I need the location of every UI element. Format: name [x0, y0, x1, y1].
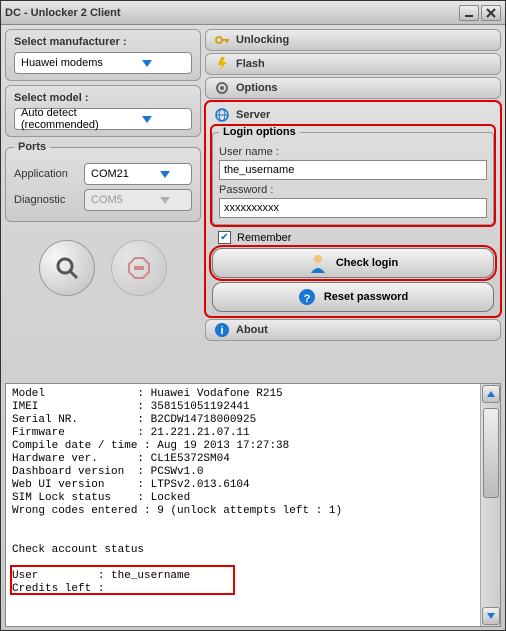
model-label: Select model :	[14, 92, 192, 104]
reset-password-label: Reset password	[324, 291, 408, 303]
ports-title: Ports	[14, 141, 50, 153]
model-value: Auto detect (recommended)	[21, 107, 105, 131]
accordion-flash[interactable]: Flash	[205, 53, 501, 75]
port-diagnostic-value: COM5	[91, 194, 140, 206]
username-input[interactable]	[219, 160, 487, 180]
close-button[interactable]	[481, 5, 501, 21]
window-title: DC - Unlocker 2 Client	[5, 7, 457, 19]
main-content: Select manufacturer : Huawei modems Sele…	[1, 25, 505, 381]
svg-text:i: i	[220, 325, 223, 337]
login-fieldset-title: Login options	[219, 126, 300, 138]
accordion-unlocking-label: Unlocking	[236, 34, 289, 46]
key-icon	[214, 32, 230, 48]
model-combo[interactable]: Auto detect (recommended)	[14, 108, 192, 130]
manufacturer-panel: Select manufacturer : Huawei modems	[5, 29, 201, 81]
scroll-down-button[interactable]	[482, 607, 500, 625]
port-application-row: Application COM21	[14, 163, 192, 185]
globe-icon	[214, 107, 230, 123]
port-application-combo[interactable]: COM21	[84, 163, 192, 185]
port-diagnostic-label: Diagnostic	[14, 194, 78, 206]
titlebar: DC - Unlocker 2 Client	[1, 1, 505, 25]
accordion-about-label: About	[236, 324, 268, 336]
accordion-about[interactable]: i About	[205, 319, 501, 341]
log-text[interactable]: Model : Huawei Vodafone R215 IMEI : 3581…	[6, 384, 500, 626]
accordion-flash-label: Flash	[236, 58, 265, 70]
username-label: User name :	[219, 146, 487, 158]
ports-fieldset: Ports Application COM21 Diagnostic COM5	[5, 141, 201, 222]
password-label: Password :	[219, 184, 487, 196]
check-login-button[interactable]: Check login	[212, 248, 494, 278]
port-diagnostic-row: Diagnostic COM5	[14, 189, 192, 211]
model-panel: Select model : Auto detect (recommended)	[5, 85, 201, 137]
search-icon	[53, 254, 81, 282]
check-login-label: Check login	[336, 257, 398, 269]
port-application-label: Application	[14, 168, 78, 180]
accordion-server[interactable]: Server	[212, 106, 494, 124]
remember-checkbox[interactable]: ✔	[218, 231, 231, 244]
reset-password-button[interactable]: ? Reset password	[212, 282, 494, 312]
question-icon: ?	[298, 288, 316, 306]
chevron-down-icon	[140, 165, 189, 183]
minimize-button[interactable]	[459, 5, 479, 21]
svg-text:?: ?	[303, 293, 310, 305]
scroll-up-button[interactable]	[482, 385, 500, 403]
user-icon	[308, 253, 328, 273]
stop-button[interactable]	[111, 240, 167, 296]
scroll-thumb[interactable]	[483, 408, 499, 498]
accordion-options[interactable]: Options	[205, 77, 501, 99]
chevron-down-icon	[105, 54, 189, 72]
app-window: DC - Unlocker 2 Client Select manufactur…	[0, 0, 506, 631]
stop-icon	[125, 254, 153, 282]
password-input[interactable]	[219, 198, 487, 218]
chevron-down-icon	[105, 110, 189, 128]
gear-icon	[214, 80, 230, 96]
manufacturer-combo[interactable]: Huawei modems	[14, 52, 192, 74]
scroll-track[interactable]	[482, 404, 500, 606]
right-column: Unlocking Flash Options Serve	[205, 29, 501, 377]
search-button[interactable]	[39, 240, 95, 296]
log-area: Model : Huawei Vodafone R215 IMEI : 3581…	[5, 383, 501, 627]
flash-icon	[214, 56, 230, 72]
accordion-unlocking[interactable]: Unlocking	[205, 29, 501, 51]
chevron-down-icon	[140, 191, 189, 209]
remember-label: Remember	[237, 232, 291, 244]
accordion-server-label: Server	[236, 109, 270, 121]
log-scrollbar[interactable]	[480, 384, 500, 626]
circle-buttons-row	[5, 240, 201, 296]
info-icon: i	[214, 322, 230, 338]
login-fieldset: Login options User name : Password :	[212, 126, 494, 225]
accordion-options-label: Options	[236, 82, 278, 94]
left-column: Select manufacturer : Huawei modems Sele…	[5, 29, 201, 377]
remember-row: ✔ Remember	[218, 231, 494, 244]
manufacturer-value: Huawei modems	[21, 57, 105, 69]
server-panel: Server Login options User name : Passwor…	[205, 101, 501, 317]
port-application-value: COM21	[91, 168, 140, 180]
port-diagnostic-combo[interactable]: COM5	[84, 189, 192, 211]
manufacturer-label: Select manufacturer :	[14, 36, 192, 48]
